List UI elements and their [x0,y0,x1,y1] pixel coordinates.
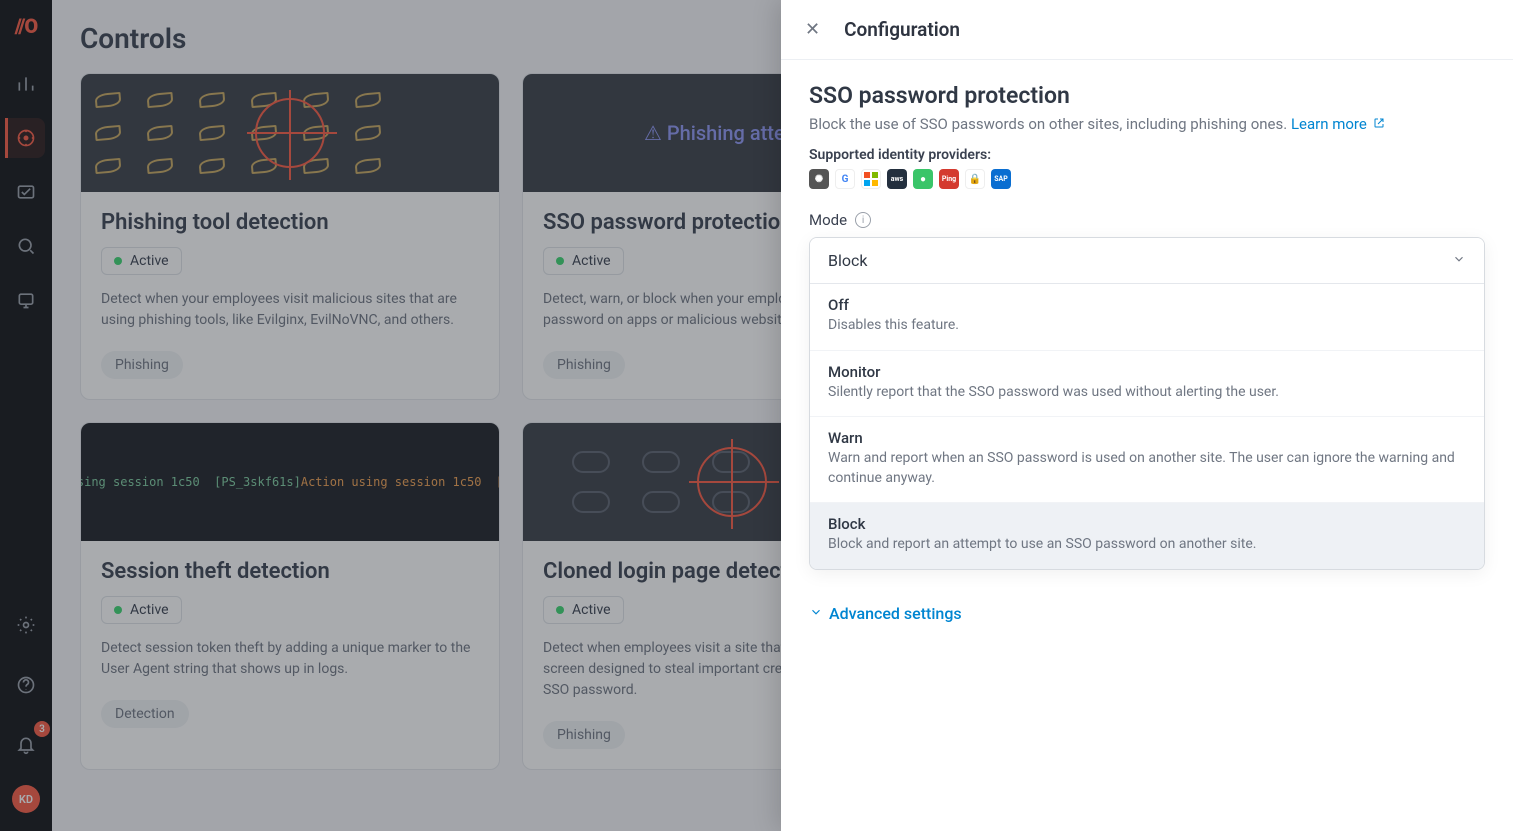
mode-option-warn[interactable]: Warn Warn and report when an SSO passwor… [810,417,1484,503]
provider-okta-icon: ✺ [809,169,829,189]
provider-onelogin-icon: 🔒 [965,169,985,189]
chevron-down-icon [809,604,823,623]
provider-microsoft-icon [861,169,881,189]
mode-option-monitor[interactable]: Monitor Silently report that the SSO pas… [810,351,1484,418]
advanced-settings-toggle[interactable]: Advanced settings [809,604,1485,623]
mode-select: Block Off Disables this feature. Monitor… [809,237,1485,570]
mode-select-dropdown: Off Disables this feature. Monitor Silen… [810,284,1484,569]
config-title: SSO password protection [809,82,1485,109]
close-icon[interactable]: ✕ [805,19,820,40]
info-icon[interactable]: i [855,212,871,228]
provider-ping-icon: Ping [939,169,959,189]
providers-list: ✺ G aws ● Ping 🔒 SAP [809,169,1485,189]
external-link-icon [1373,115,1385,133]
mode-select-current[interactable]: Block [810,238,1484,284]
provider-sap-icon: SAP [991,169,1011,189]
panel-title: Configuration [844,18,960,41]
config-subtitle: Block the use of SSO passwords on other … [809,115,1485,133]
providers-label: Supported identity providers: [809,147,1485,163]
mode-label: Mode i [809,211,1485,229]
provider-duo-icon: ● [913,169,933,189]
chevron-down-icon [1452,251,1466,270]
provider-google-icon: G [835,169,855,189]
configuration-panel: ✕ Configuration SSO password protection … [781,0,1513,831]
mode-option-off[interactable]: Off Disables this feature. [810,284,1484,351]
learn-more-link[interactable]: Learn more [1291,115,1385,133]
provider-aws-icon: aws [887,169,907,189]
mode-option-block[interactable]: Block Block and report an attempt to use… [810,503,1484,569]
